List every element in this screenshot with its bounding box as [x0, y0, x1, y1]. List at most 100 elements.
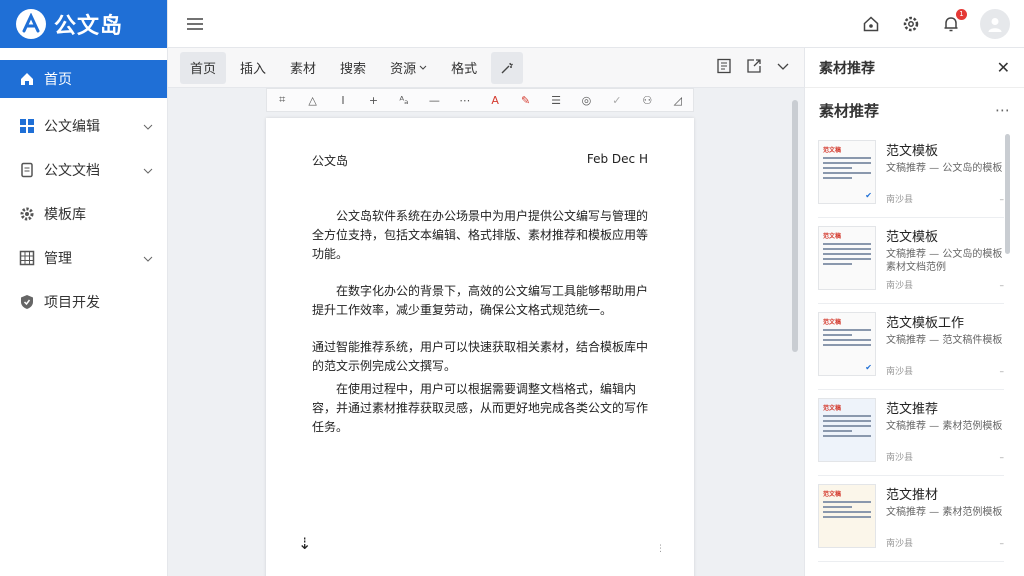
menu-icon[interactable] — [184, 13, 206, 35]
card-meta: 南沙县 — [886, 281, 914, 291]
panel-scrollbar[interactable] — [1005, 134, 1010, 254]
material-card[interactable]: 范文稿 ✔ 范文模板 文稿推荐 — 公文岛的模板 南沙县 – — [818, 132, 1004, 218]
header-actions: 1 — [860, 8, 1024, 39]
menu-item-search[interactable]: 搜索 — [330, 52, 376, 84]
menu-item-home[interactable]: 首页 — [180, 51, 227, 84]
panel-title: 素材推荐 — [819, 60, 875, 77]
card-more[interactable]: – — [1000, 195, 1005, 205]
panel-subheader: 素材推荐 ⋯ — [805, 88, 1024, 132]
sidebar-item-templates[interactable]: 模板库 — [0, 192, 167, 236]
sidebar-nav: 首页 公文编辑 公文文档 模板库 管理 项目开发 — [0, 48, 167, 324]
sidebar-item-label: 模板库 — [44, 207, 86, 223]
chevron-down-icon — [143, 250, 153, 266]
menu-item-label: 首页 — [190, 62, 217, 77]
highlight-icon[interactable]: ✎ — [517, 91, 535, 109]
chevron-down-icon[interactable] — [776, 58, 790, 78]
check-icon: ✔ — [865, 191, 872, 200]
crop-icon[interactable]: ⌗ — [273, 91, 291, 109]
card-desc: 文稿推荐 — 素材范例模板 — [886, 421, 1003, 432]
sidebar-item-label: 管理 — [44, 251, 72, 267]
card-thumbnail: 范文稿 — [818, 484, 876, 548]
sidebar-item-label: 公文文档 — [44, 163, 100, 179]
sidebar-item-home[interactable]: 首页 — [0, 60, 167, 98]
card-title: 范文模板 — [886, 144, 939, 159]
document-paragraph: 在数字化办公的背景下，高效的公文编写工具能够帮助用户提升工作效率，减少重复劳动，… — [312, 284, 649, 317]
avatar[interactable] — [980, 8, 1010, 39]
table-icon — [18, 249, 36, 267]
card-meta: 南沙县 — [886, 539, 914, 549]
menu-item-insert[interactable]: 插入 — [230, 52, 276, 84]
card-meta: 南沙县 — [886, 453, 914, 463]
list-icon[interactable]: ☰ — [547, 91, 565, 109]
card-meta: 南沙县 — [886, 195, 914, 205]
sidebar-item-label: 项目开发 — [44, 295, 100, 311]
card-title: 范文推荐 — [886, 402, 939, 417]
bell-icon[interactable]: 1 — [940, 8, 967, 35]
menu-item-label: 搜索 — [340, 62, 367, 77]
settings-icon[interactable] — [900, 13, 922, 35]
palette-icon[interactable]: ◎ — [577, 91, 595, 109]
shield-icon — [18, 293, 36, 311]
card-title: 范文推材 — [886, 488, 939, 503]
card-desc: 文稿推荐 — 公文岛的模板 — [886, 163, 1003, 174]
comment-icon[interactable]: ◿ — [669, 91, 687, 109]
document-page[interactable]: 公文岛 Feb Dec H 公文岛软件系统在办公场景中为用户提供公文编写与管理的… — [266, 118, 694, 576]
menu-item-resources[interactable]: 资源 — [380, 52, 437, 84]
chevron-down-icon — [143, 118, 153, 134]
cursor-icon[interactable]: I — [334, 91, 352, 109]
user-add-icon[interactable]: ⚇ — [638, 91, 656, 109]
sidebar-item-manage[interactable]: 管理 — [0, 236, 167, 280]
sidebar-item-project[interactable]: 项目开发 — [0, 280, 167, 324]
material-card[interactable]: 范文稿 范文推荐 文稿推荐 — 素材范例模板 南沙县 – — [818, 390, 1004, 476]
material-card-list: 范文稿 ✔ 范文模板 文稿推荐 — 公文岛的模板 南沙县 – 范文稿 范文模板 … — [818, 132, 1004, 562]
chevron-down-icon — [419, 65, 427, 70]
plus-icon[interactable]: + — [364, 91, 382, 109]
document-icon — [18, 161, 36, 179]
menu-item-material[interactable]: 素材 — [280, 52, 326, 84]
text-size-icon[interactable]: ᴬₐ — [395, 91, 413, 109]
page-end-marker: ⋮ — [656, 544, 665, 554]
insert-cursor-icon: ⇣ — [298, 534, 312, 553]
sidebar-item-documents[interactable]: 公文文档 — [0, 148, 167, 192]
text-color-icon[interactable]: A — [486, 91, 504, 109]
card-desc: 文稿推荐 — 公文岛的模板素材文档范例 — [886, 249, 1003, 273]
material-card[interactable]: 范文稿 范文模板 文稿推荐 — 公文岛的模板素材文档范例 南沙县 – — [818, 218, 1004, 304]
dots-icon[interactable]: ⋯ — [456, 91, 474, 109]
page-layout-icon[interactable] — [716, 58, 732, 78]
card-desc: 文稿推荐 — 素材范例模板 — [886, 507, 1003, 518]
format-toolbar: ⌗ △ I + ᴬₐ — ⋯ A ✎ ☰ ◎ ✓ ⚇ ◿ — [266, 88, 694, 112]
document-paragraph: 在使用过程中，用户可以根据需要调整文档格式，编辑内容，并通过素材推荐获取灵感，从… — [312, 382, 649, 434]
sidebar-item-label: 公文编辑 — [44, 119, 100, 135]
close-icon[interactable]: ✕ — [997, 58, 1010, 77]
magic-tool-button[interactable] — [491, 51, 524, 84]
material-card[interactable]: 范文稿 范文推材 文稿推荐 — 素材范例模板 南沙县 – — [818, 476, 1004, 562]
home-icon[interactable] — [860, 13, 882, 35]
export-icon[interactable] — [746, 58, 762, 78]
logo-bar[interactable]: 公文岛 — [0, 0, 167, 48]
grid-icon — [18, 117, 36, 135]
document-paragraph: 公文岛软件系统在办公场景中为用户提供公文编写与管理的全方位支持，包括文本编辑、格… — [312, 209, 649, 261]
card-thumbnail: 范文稿 ✔ — [818, 312, 876, 376]
menu-item-format[interactable]: 格式 — [441, 52, 487, 84]
triangle-icon[interactable]: △ — [304, 91, 322, 109]
card-more[interactable]: – — [1000, 453, 1005, 463]
sidebar-item-edit[interactable]: 公文编辑 — [0, 104, 167, 148]
thumb-label: 范文稿 — [823, 233, 842, 240]
check-icon[interactable]: ✓ — [608, 91, 626, 109]
sidebar: 公文岛 首页 公文编辑 公文文档 模板库 管理 项目开发 — [0, 0, 168, 576]
menubar-actions — [716, 58, 804, 78]
card-more[interactable]: – — [1000, 367, 1005, 377]
top-header: 1 — [168, 0, 1024, 48]
app-title: 公文岛 — [54, 14, 124, 39]
menu-item-label: 格式 — [451, 62, 478, 77]
material-card[interactable]: 范文稿 ✔ 范文模板工作 文稿推荐 — 范文稿件模板 南沙县 – — [818, 304, 1004, 390]
card-title: 范文模板工作 — [886, 316, 965, 331]
more-icon[interactable]: ⋯ — [995, 101, 1010, 119]
document-scrollbar[interactable] — [792, 100, 798, 352]
dash-icon[interactable]: — — [425, 91, 443, 109]
card-more[interactable]: – — [1000, 539, 1005, 549]
card-meta: 南沙县 — [886, 367, 914, 377]
card-thumbnail: 范文稿 — [818, 398, 876, 462]
card-more[interactable]: – — [1000, 281, 1005, 291]
thumb-label: 范文稿 — [823, 405, 842, 412]
